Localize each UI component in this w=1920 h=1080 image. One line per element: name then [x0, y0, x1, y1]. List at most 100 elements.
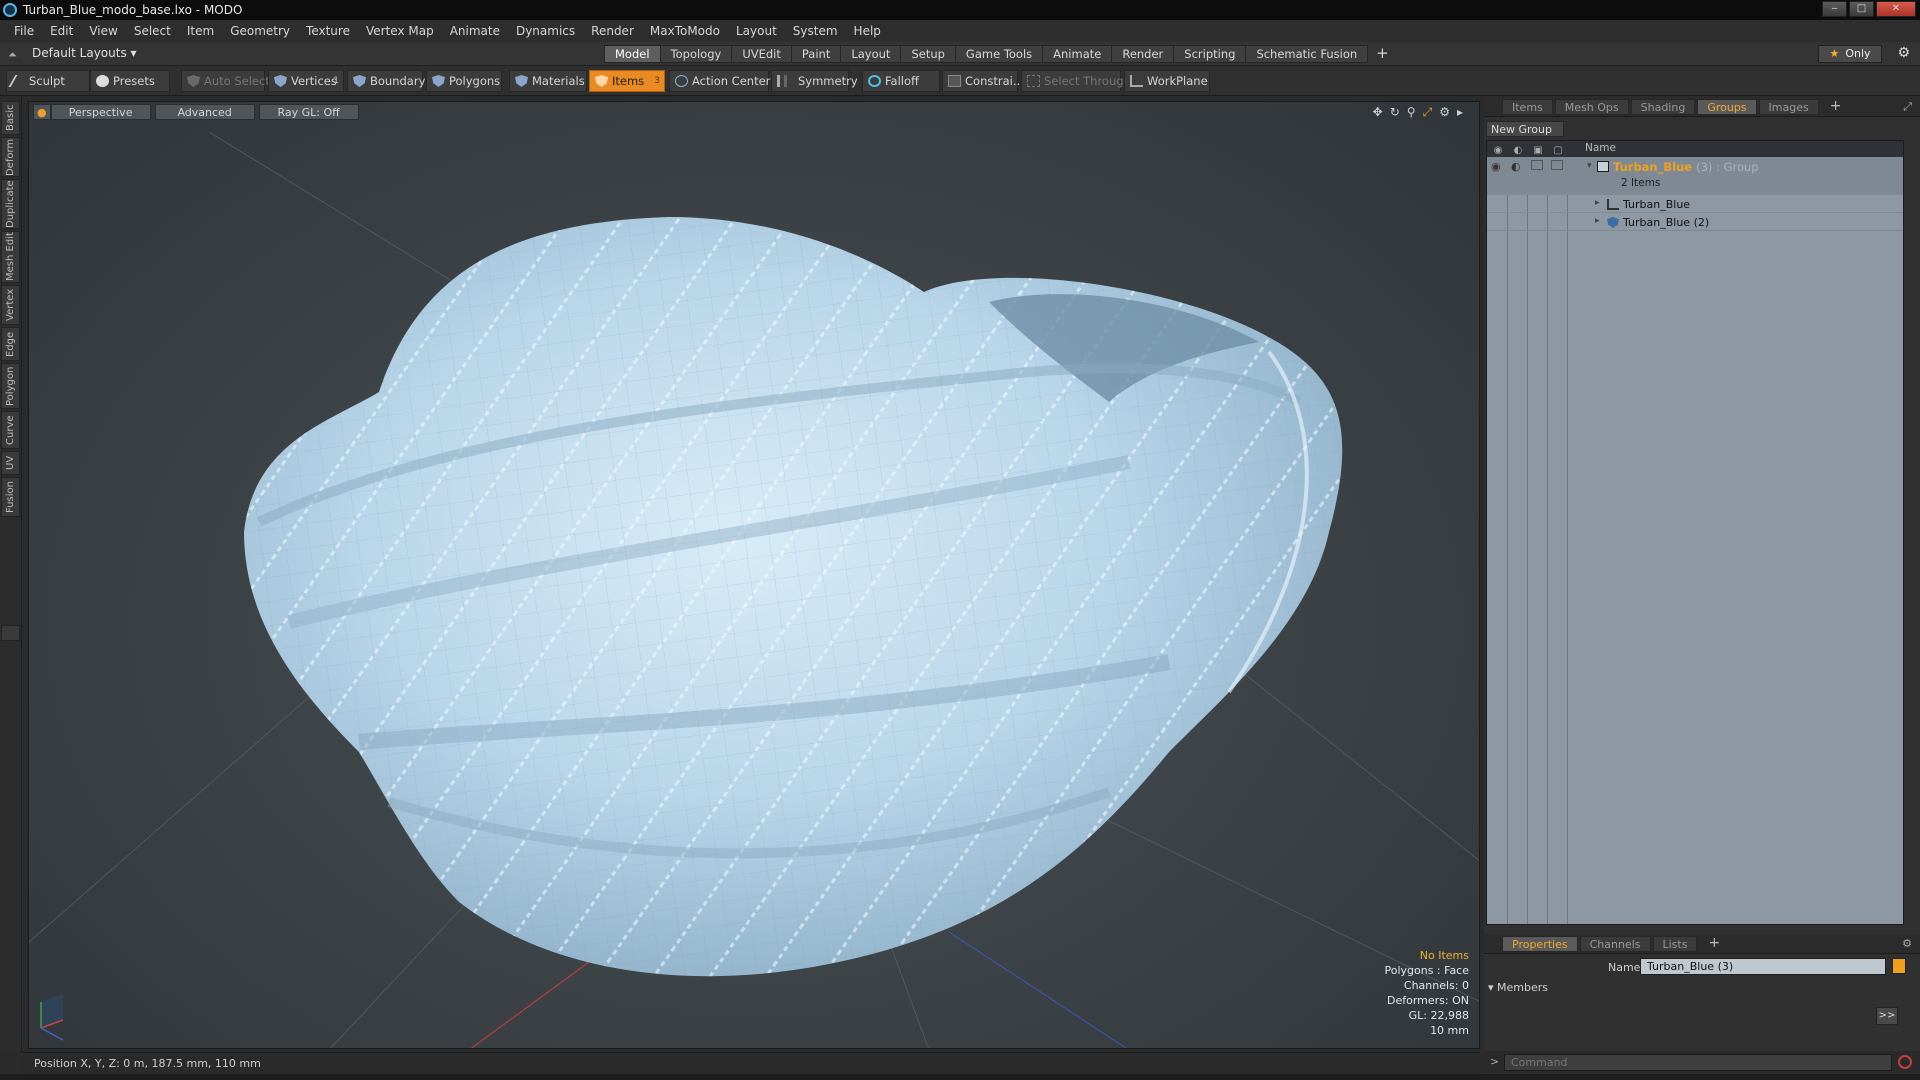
presets-button[interactable]: Presets	[90, 70, 170, 92]
stop-icon[interactable]	[1898, 1055, 1912, 1069]
group-name-field[interactable]: Turban_Blue (3)	[1640, 958, 1886, 975]
items-button[interactable]: Items 3	[589, 70, 665, 92]
menu-edit[interactable]: Edit	[42, 24, 81, 38]
vtab-basic[interactable]: Basic	[1, 101, 20, 135]
vertices-button[interactable]: Vertices 1	[268, 70, 344, 92]
only-toggle-button[interactable]: ★ Only	[1818, 45, 1882, 63]
members-add-button[interactable]: >>	[1876, 1007, 1898, 1025]
props-settings-icon[interactable]: ⚙	[1902, 937, 1912, 950]
workplane-button[interactable]: WorkPlane	[1124, 70, 1210, 92]
polygons-button[interactable]: Polygons	[426, 70, 502, 92]
tab-items[interactable]: Items	[1502, 98, 1553, 115]
group-expand-chevron-icon[interactable]: ▾	[1587, 161, 1592, 171]
group-select-icon[interactable]	[1551, 160, 1563, 170]
new-group-button[interactable]: New Group	[1486, 121, 1564, 137]
menu-select[interactable]: Select	[126, 24, 179, 38]
add-props-tab-button[interactable]: +	[1699, 935, 1729, 952]
tab-game-tools[interactable]: Game Tools	[955, 45, 1044, 63]
materials-button[interactable]: Materials	[509, 70, 587, 92]
menu-file[interactable]: File	[6, 24, 42, 38]
menu-dynamics[interactable]: Dynamics	[508, 24, 583, 38]
command-input[interactable]	[1504, 1054, 1892, 1071]
select-through-button[interactable]: Select Through	[1021, 70, 1131, 92]
close-button[interactable]: ✕	[1876, 1, 1916, 17]
child-expand-arrow-icon[interactable]: ▸	[1595, 198, 1600, 208]
tab-uvedit[interactable]: UVEdit	[732, 45, 792, 63]
list-item[interactable]: ▸ Turban_Blue	[1487, 196, 1903, 213]
move-view-icon[interactable]: ✥	[1373, 105, 1383, 120]
tab-paint[interactable]: Paint	[791, 45, 842, 63]
tab-topology[interactable]: Topology	[660, 45, 733, 63]
maximize-button[interactable]: □	[1849, 1, 1874, 17]
menu-item[interactable]: Item	[179, 24, 222, 38]
maximize-view-icon[interactable]: ⤢	[1423, 105, 1433, 120]
gear-icon[interactable]: ⚙	[1897, 45, 1910, 61]
more-arrow-icon[interactable]: ▸	[1457, 105, 1463, 120]
tab-shading[interactable]: Shading	[1630, 98, 1696, 115]
vtab-vertex[interactable]: Vertex	[1, 285, 20, 325]
3d-viewport[interactable]: ● Perspective Advanced Ray GL: Off ✥ ↻ ⚲…	[28, 101, 1480, 1049]
visibility-column-eye-icon[interactable]: ◉	[1491, 143, 1505, 156]
add-tab-button[interactable]: +	[1368, 45, 1397, 63]
vtab-edge[interactable]: Edge	[1, 327, 20, 361]
menu-vertex-map[interactable]: Vertex Map	[358, 24, 442, 38]
tab-properties[interactable]: Properties	[1502, 935, 1578, 952]
group-color-swatch[interactable]	[1892, 958, 1906, 974]
add-panel-tab-button[interactable]: +	[1821, 98, 1851, 115]
scene-canvas[interactable]	[29, 102, 1480, 1049]
menu-animate[interactable]: Animate	[442, 24, 508, 38]
render-column-icon[interactable]: ◐	[1511, 143, 1525, 156]
vtab-uv[interactable]: UV	[1, 451, 20, 475]
group-visibility-eye-icon[interactable]: ◉	[1491, 160, 1503, 173]
tab-scripting[interactable]: Scripting	[1174, 45, 1247, 63]
tab-channels[interactable]: Channels	[1579, 935, 1651, 952]
tab-layout[interactable]: Layout	[841, 45, 902, 63]
menu-maxtomodo[interactable]: MaxToModo	[642, 24, 728, 38]
lock-column-icon[interactable]: ▣	[1531, 143, 1545, 156]
list-item[interactable]: ▸ Turban_Blue (2)	[1487, 214, 1903, 231]
tab-mesh-ops[interactable]: Mesh Ops	[1554, 98, 1629, 115]
turban-mesh[interactable]	[244, 217, 1343, 977]
tab-render[interactable]: Render	[1112, 45, 1175, 63]
vtab-curve[interactable]: Curve	[1, 411, 20, 449]
menu-geometry[interactable]: Geometry	[222, 24, 298, 38]
auto-select-button[interactable]: Auto Select	[181, 70, 270, 92]
vtab-duplicate[interactable]: Duplicate	[1, 179, 20, 229]
vtab-deform[interactable]: Deform	[1, 137, 20, 177]
sculpt-button[interactable]: Sculpt	[6, 70, 90, 92]
minimize-button[interactable]: ‒	[1822, 1, 1847, 17]
layouts-dropdown[interactable]: Default Layouts ▾	[32, 46, 137, 60]
vtab-fusion[interactable]: Fusion	[1, 477, 20, 517]
boundary-button[interactable]: Boundary	[347, 70, 425, 92]
child-expand-arrow-icon[interactable]: ▸	[1595, 216, 1600, 226]
tab-schematic-fusion[interactable]: Schematic Fusion	[1246, 45, 1369, 63]
view-mode-button[interactable]: Perspective	[50, 104, 151, 120]
select-column-icon[interactable]: ▢	[1551, 143, 1565, 156]
tab-images[interactable]: Images	[1758, 98, 1819, 115]
menu-view[interactable]: View	[81, 24, 125, 38]
menu-layout[interactable]: Layout	[728, 24, 785, 38]
viewport-menu-icon[interactable]: ●	[33, 104, 51, 120]
action-center-button[interactable]: Action Center	[669, 70, 770, 92]
shading-mode-button[interactable]: Advanced	[154, 104, 255, 120]
constraint-button[interactable]: Constrai...	[942, 70, 1024, 92]
tab-model[interactable]: Model	[604, 45, 661, 63]
tool-palette-toggle[interactable]	[1, 625, 20, 641]
group-lock-icon[interactable]	[1531, 160, 1543, 170]
name-column-header[interactable]: Name	[1585, 141, 1616, 156]
zoom-view-icon[interactable]: ⚲	[1407, 105, 1416, 120]
raygl-button[interactable]: Ray GL: Off	[258, 104, 359, 120]
tab-animate[interactable]: Animate	[1043, 45, 1113, 63]
group-name[interactable]: Turban_Blue (3) : Group	[1613, 160, 1759, 174]
layout-collapse-icon[interactable]: ⏶	[8, 48, 17, 62]
group-render-icon[interactable]: ◐	[1511, 160, 1523, 173]
menu-render[interactable]: Render	[583, 24, 642, 38]
menu-texture[interactable]: Texture	[298, 24, 358, 38]
menu-help[interactable]: Help	[846, 24, 889, 38]
tab-groups[interactable]: Groups	[1697, 98, 1757, 115]
tab-lists[interactable]: Lists	[1652, 935, 1698, 952]
vtab-polygon[interactable]: Polygon	[1, 363, 20, 409]
group-row[interactable]: ◉ ◐ ▾ Turban_Blue (3) : Group 2 Items	[1487, 157, 1903, 195]
view-settings-icon[interactable]: ⚙	[1439, 105, 1450, 120]
symmetry-button[interactable]: Symmetry	[771, 70, 858, 92]
